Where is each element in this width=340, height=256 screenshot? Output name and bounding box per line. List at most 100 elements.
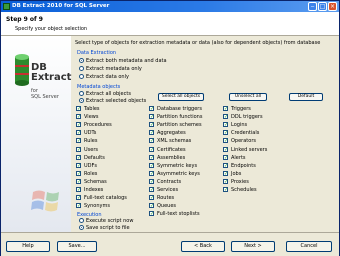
step-subtitle: Specify your object selection xyxy=(15,26,88,32)
default-button[interactable]: Default xyxy=(289,93,323,101)
wizard-header: Step 9 of 9 Specify your object selectio… xyxy=(1,12,339,36)
object-checkbox[interactable] xyxy=(76,154,81,160)
maximize-button[interactable]: □ xyxy=(318,2,327,11)
object-checkbox-label: Credentials xyxy=(231,130,260,137)
object-checkbox[interactable] xyxy=(223,162,228,168)
object-checkbox-label: Tables xyxy=(84,106,100,112)
radio-data-only-label: Extract data only xyxy=(86,74,129,80)
object-checkbox[interactable] xyxy=(76,146,81,152)
object-checkbox[interactable] xyxy=(76,130,81,136)
object-checkbox-label: Certificates xyxy=(157,146,186,153)
next-button[interactable]: Next > xyxy=(231,241,275,252)
radio-extract-both[interactable] xyxy=(79,58,84,63)
app-window: DB Extract 2010 for SQL Server ‒ □ × Ste… xyxy=(0,0,340,256)
object-checkbox-label: Database triggers xyxy=(157,106,202,112)
object-checkbox[interactable] xyxy=(149,146,154,152)
object-checkbox-label: Queues xyxy=(157,203,177,210)
object-checkbox[interactable] xyxy=(149,162,154,168)
object-checkbox-label: Operators xyxy=(231,138,256,145)
object-checkbox[interactable] xyxy=(223,170,228,176)
object-checkbox-label: Roles xyxy=(84,170,98,177)
object-checkbox[interactable] xyxy=(76,178,81,184)
object-checkbox[interactable] xyxy=(223,122,228,128)
radio-save-script-label: Save script to file xyxy=(86,225,130,231)
object-checkbox[interactable] xyxy=(76,170,81,176)
help-button[interactable]: Help xyxy=(6,241,50,252)
close-button[interactable]: × xyxy=(328,2,337,11)
object-checkbox[interactable] xyxy=(149,130,154,136)
radio-save-script[interactable] xyxy=(79,225,84,230)
object-checkbox[interactable] xyxy=(149,154,154,160)
object-checkbox-label: Rules xyxy=(84,138,98,145)
object-checkbox[interactable] xyxy=(223,146,228,152)
object-checkbox[interactable] xyxy=(76,114,81,120)
object-checkbox[interactable] xyxy=(76,106,81,111)
object-checkbox[interactable] xyxy=(149,138,154,144)
radio-extract-both-label: Extract both metadata and data xyxy=(86,58,167,64)
brand-name-line2: Extract xyxy=(31,72,72,83)
object-checkbox-label: Asymmetric keys xyxy=(157,170,200,177)
object-checkbox-label: Assemblies xyxy=(157,154,186,161)
object-checkbox-label: Indexes xyxy=(84,187,104,193)
radio-selected-objects[interactable] xyxy=(79,98,84,103)
object-checkbox[interactable] xyxy=(223,106,228,111)
app-icon xyxy=(3,3,10,10)
object-checkbox[interactable] xyxy=(223,154,228,160)
object-checkbox-label: Full-text stoplists xyxy=(157,211,200,218)
back-button[interactable]: < Back xyxy=(181,241,225,252)
object-checkbox-label: XML schemas xyxy=(157,138,192,145)
object-checkbox-label: UDTs xyxy=(84,130,97,137)
object-checkbox-label: Linked servers xyxy=(231,146,268,153)
object-checkbox[interactable] xyxy=(223,187,228,192)
object-checkbox-label: Users xyxy=(84,146,99,153)
object-checkbox-label: DDL triggers xyxy=(231,114,263,121)
object-checkbox[interactable] xyxy=(149,195,154,201)
brand-panel: DB Extract for SQL Server xyxy=(1,36,71,232)
object-checkbox[interactable] xyxy=(76,203,81,209)
radio-metadata-only[interactable] xyxy=(79,66,84,71)
object-checkbox[interactable] xyxy=(76,187,81,192)
wizard-footer: Help Save... < Back Next > Cancel xyxy=(1,232,339,256)
unselect-all-button[interactable]: Unselect all xyxy=(229,93,267,101)
object-checkbox-label: Defaults xyxy=(84,154,105,161)
object-checkbox[interactable] xyxy=(223,130,228,136)
object-checkbox[interactable] xyxy=(76,195,81,201)
object-checkbox[interactable] xyxy=(76,162,81,168)
step-title: Step 9 of 9 xyxy=(6,16,43,23)
select-all-button[interactable]: Select all objects xyxy=(158,93,204,101)
object-checkbox[interactable] xyxy=(149,203,154,209)
radio-execute-now[interactable] xyxy=(79,218,84,223)
object-checkbox[interactable] xyxy=(149,170,154,176)
database-icon xyxy=(15,54,29,86)
object-checkbox-label: Proxies xyxy=(231,178,249,185)
object-checkbox[interactable] xyxy=(149,114,154,120)
object-checkbox-label: Full-text catalogs xyxy=(84,195,127,202)
object-checkbox-label: Triggers xyxy=(231,106,251,112)
object-checkbox-label: Schedules xyxy=(231,187,257,193)
object-checkbox[interactable] xyxy=(223,138,228,144)
object-checkbox[interactable] xyxy=(149,178,154,184)
intro-text: Select type of objects for extraction me… xyxy=(75,40,321,46)
object-checkbox[interactable] xyxy=(149,211,154,217)
brand-name-line4: SQL Server xyxy=(31,94,59,100)
windows-logo-icon xyxy=(31,190,59,212)
object-checkbox-label: Views xyxy=(84,114,99,121)
save-button[interactable]: Save... xyxy=(57,241,97,252)
window-title: DB Extract 2010 for SQL Server xyxy=(12,3,110,9)
radio-all-objects-label: Extract all objects xyxy=(86,91,131,97)
object-checkbox-label: Partition schemes xyxy=(157,122,202,129)
radio-all-objects[interactable] xyxy=(79,91,84,96)
object-checkbox[interactable] xyxy=(149,106,154,111)
object-checkbox[interactable] xyxy=(76,122,81,128)
object-checkbox[interactable] xyxy=(149,187,154,192)
object-checkbox[interactable] xyxy=(223,178,228,184)
minimize-button[interactable]: ‒ xyxy=(308,2,317,11)
object-checkbox[interactable] xyxy=(149,122,154,128)
object-checkbox-label: Logins xyxy=(231,122,248,129)
radio-data-only[interactable] xyxy=(79,74,84,79)
objects-group-title: Metadata objects xyxy=(77,84,121,90)
object-checkbox-label: Procedures xyxy=(84,122,112,129)
object-checkbox[interactable] xyxy=(76,138,81,144)
object-checkbox[interactable] xyxy=(223,114,228,120)
cancel-button[interactable]: Cancel xyxy=(286,241,332,252)
